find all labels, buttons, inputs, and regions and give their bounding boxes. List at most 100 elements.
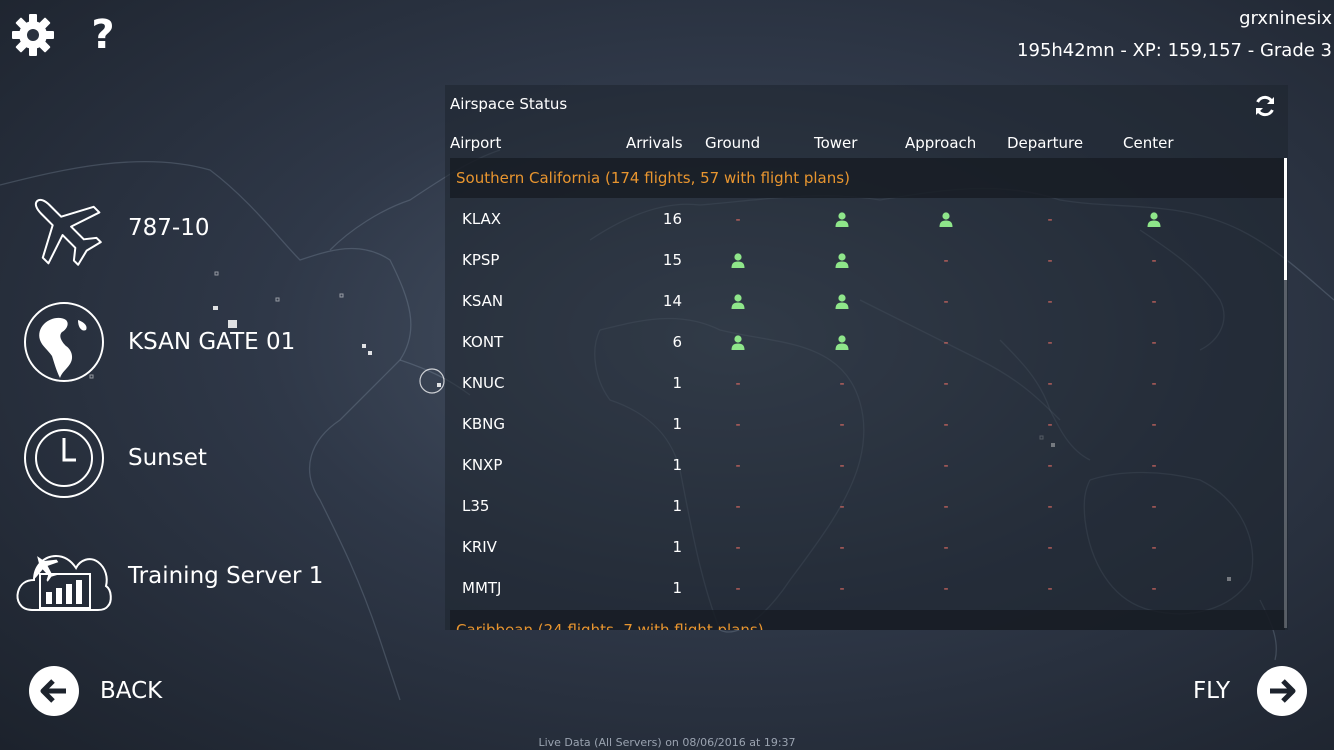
refresh-button[interactable]: [1250, 91, 1280, 121]
tower-inactive-mark: -: [827, 404, 857, 445]
person-icon: [939, 212, 953, 227]
table-row[interactable]: KNXP 1 - - - - -: [450, 445, 1285, 486]
clock-icon: [24, 418, 104, 498]
server-selector[interactable]: Training Server 1: [14, 534, 323, 618]
departure-inactive-mark: -: [1035, 568, 1065, 609]
airport-code: KNXP: [462, 456, 503, 474]
dash-mark: -: [1047, 376, 1053, 392]
dash-mark: -: [1047, 458, 1053, 474]
center-inactive-mark: -: [1139, 240, 1169, 281]
center-inactive-mark: -: [1139, 527, 1169, 568]
table-row[interactable]: L35 1 - - - - -: [450, 486, 1285, 527]
help-button[interactable]: ?: [80, 12, 126, 58]
airport-code: MMTJ: [462, 579, 502, 597]
dash-mark: -: [943, 417, 949, 433]
dash-mark: -: [839, 581, 845, 597]
back-label: BACK: [100, 678, 163, 704]
person-icon: [835, 294, 849, 309]
departure-inactive-mark: -: [1035, 445, 1065, 486]
col-header-center[interactable]: Center: [1123, 134, 1174, 152]
region-row-caribbean[interactable]: Caribbean (24 flights, 7 with flight pla…: [450, 610, 1285, 630]
table-row[interactable]: KLAX 16 - -: [450, 199, 1285, 240]
fly-label: FLY: [1192, 678, 1230, 704]
fly-button[interactable]: FLY: [1193, 666, 1307, 716]
approach-inactive-mark: -: [931, 445, 961, 486]
dash-mark: -: [943, 499, 949, 515]
col-header-approach[interactable]: Approach: [905, 134, 976, 152]
col-header-ground[interactable]: Ground: [705, 134, 760, 152]
person-icon: [835, 253, 849, 268]
arrow-left-icon: [40, 679, 66, 703]
airport-code: L35: [462, 497, 490, 515]
approach-inactive-mark: -: [931, 281, 961, 322]
ground-inactive-mark: -: [723, 199, 753, 240]
approach-inactive-mark: -: [931, 363, 961, 404]
dash-mark: -: [839, 540, 845, 556]
dash-mark: -: [943, 581, 949, 597]
settings-button[interactable]: [10, 12, 56, 58]
col-header-airport[interactable]: Airport: [450, 134, 501, 152]
col-header-tower[interactable]: Tower: [814, 134, 857, 152]
airport-code: KNUC: [462, 374, 505, 392]
dash-mark: -: [1151, 540, 1157, 556]
dash-mark: -: [735, 212, 741, 228]
person-icon: [835, 212, 849, 227]
table-row[interactable]: KSAN 14 - - -: [450, 281, 1285, 322]
aircraft-selector[interactable]: 787-10: [14, 186, 209, 270]
arrivals-count: 6: [672, 333, 682, 351]
gear-icon: [12, 14, 54, 56]
dash-mark: -: [943, 335, 949, 351]
globe-icon: [24, 302, 104, 382]
person-icon: [835, 335, 849, 350]
ground-controller-icon: [723, 281, 753, 322]
tower-inactive-mark: -: [827, 363, 857, 404]
server-label: Training Server 1: [128, 563, 324, 589]
departure-inactive-mark: -: [1035, 404, 1065, 445]
tower-inactive-mark: -: [827, 486, 857, 527]
username: grxninesix: [1239, 8, 1332, 29]
question-icon: ?: [91, 12, 115, 58]
tower-inactive-mark: -: [827, 527, 857, 568]
airport-code: KPSP: [462, 251, 500, 269]
scrollbar-thumb[interactable]: [1284, 158, 1287, 280]
approach-inactive-mark: -: [931, 527, 961, 568]
arrivals-count: 16: [662, 210, 682, 228]
dash-mark: -: [1151, 458, 1157, 474]
dash-mark: -: [1151, 417, 1157, 433]
dash-mark: -: [1151, 253, 1157, 269]
arrivals-count: 1: [672, 497, 682, 515]
tower-controller-icon: [827, 322, 857, 363]
ground-controller-icon: [723, 240, 753, 281]
location-selector[interactable]: KSAN GATE 01: [14, 300, 295, 384]
airport-code: KONT: [462, 333, 504, 351]
arrivals-count: 1: [672, 415, 682, 433]
table-row[interactable]: MMTJ 1 - - - - -: [450, 568, 1285, 609]
dash-mark: -: [1047, 499, 1053, 515]
dash-mark: -: [1151, 376, 1157, 392]
location-label: KSAN GATE 01: [128, 329, 296, 355]
table-row[interactable]: KNUC 1 - - - - -: [450, 363, 1285, 404]
col-header-arrivals[interactable]: Arrivals: [626, 134, 683, 152]
panel-scrollbar[interactable]: [1284, 158, 1287, 628]
tower-inactive-mark: -: [827, 568, 857, 609]
dash-mark: -: [839, 499, 845, 515]
dash-mark: -: [1151, 581, 1157, 597]
dash-mark: -: [735, 499, 741, 515]
table-row[interactable]: KONT 6 - - -: [450, 322, 1285, 363]
arrivals-count: 1: [672, 456, 682, 474]
dash-mark: -: [735, 417, 741, 433]
col-header-departure[interactable]: Departure: [1007, 134, 1083, 152]
departure-inactive-mark: -: [1035, 199, 1065, 240]
back-button[interactable]: BACK: [29, 666, 162, 716]
time-selector[interactable]: Sunset: [14, 416, 207, 500]
approach-inactive-mark: -: [931, 404, 961, 445]
dash-mark: -: [735, 581, 741, 597]
table-row[interactable]: KPSP 15 - - -: [450, 240, 1285, 281]
table-row[interactable]: KRIV 1 - - - - -: [450, 527, 1285, 568]
live-data-footer: Live Data (All Servers) on 08/06/2016 at…: [538, 736, 796, 749]
ground-inactive-mark: -: [723, 568, 753, 609]
server-cloud-icon: [16, 554, 112, 611]
table-row[interactable]: KBNG 1 - - - - -: [450, 404, 1285, 445]
tower-controller-icon: [827, 199, 857, 240]
region-row-southern-california[interactable]: Southern California (174 flights, 57 wit…: [450, 158, 1285, 198]
